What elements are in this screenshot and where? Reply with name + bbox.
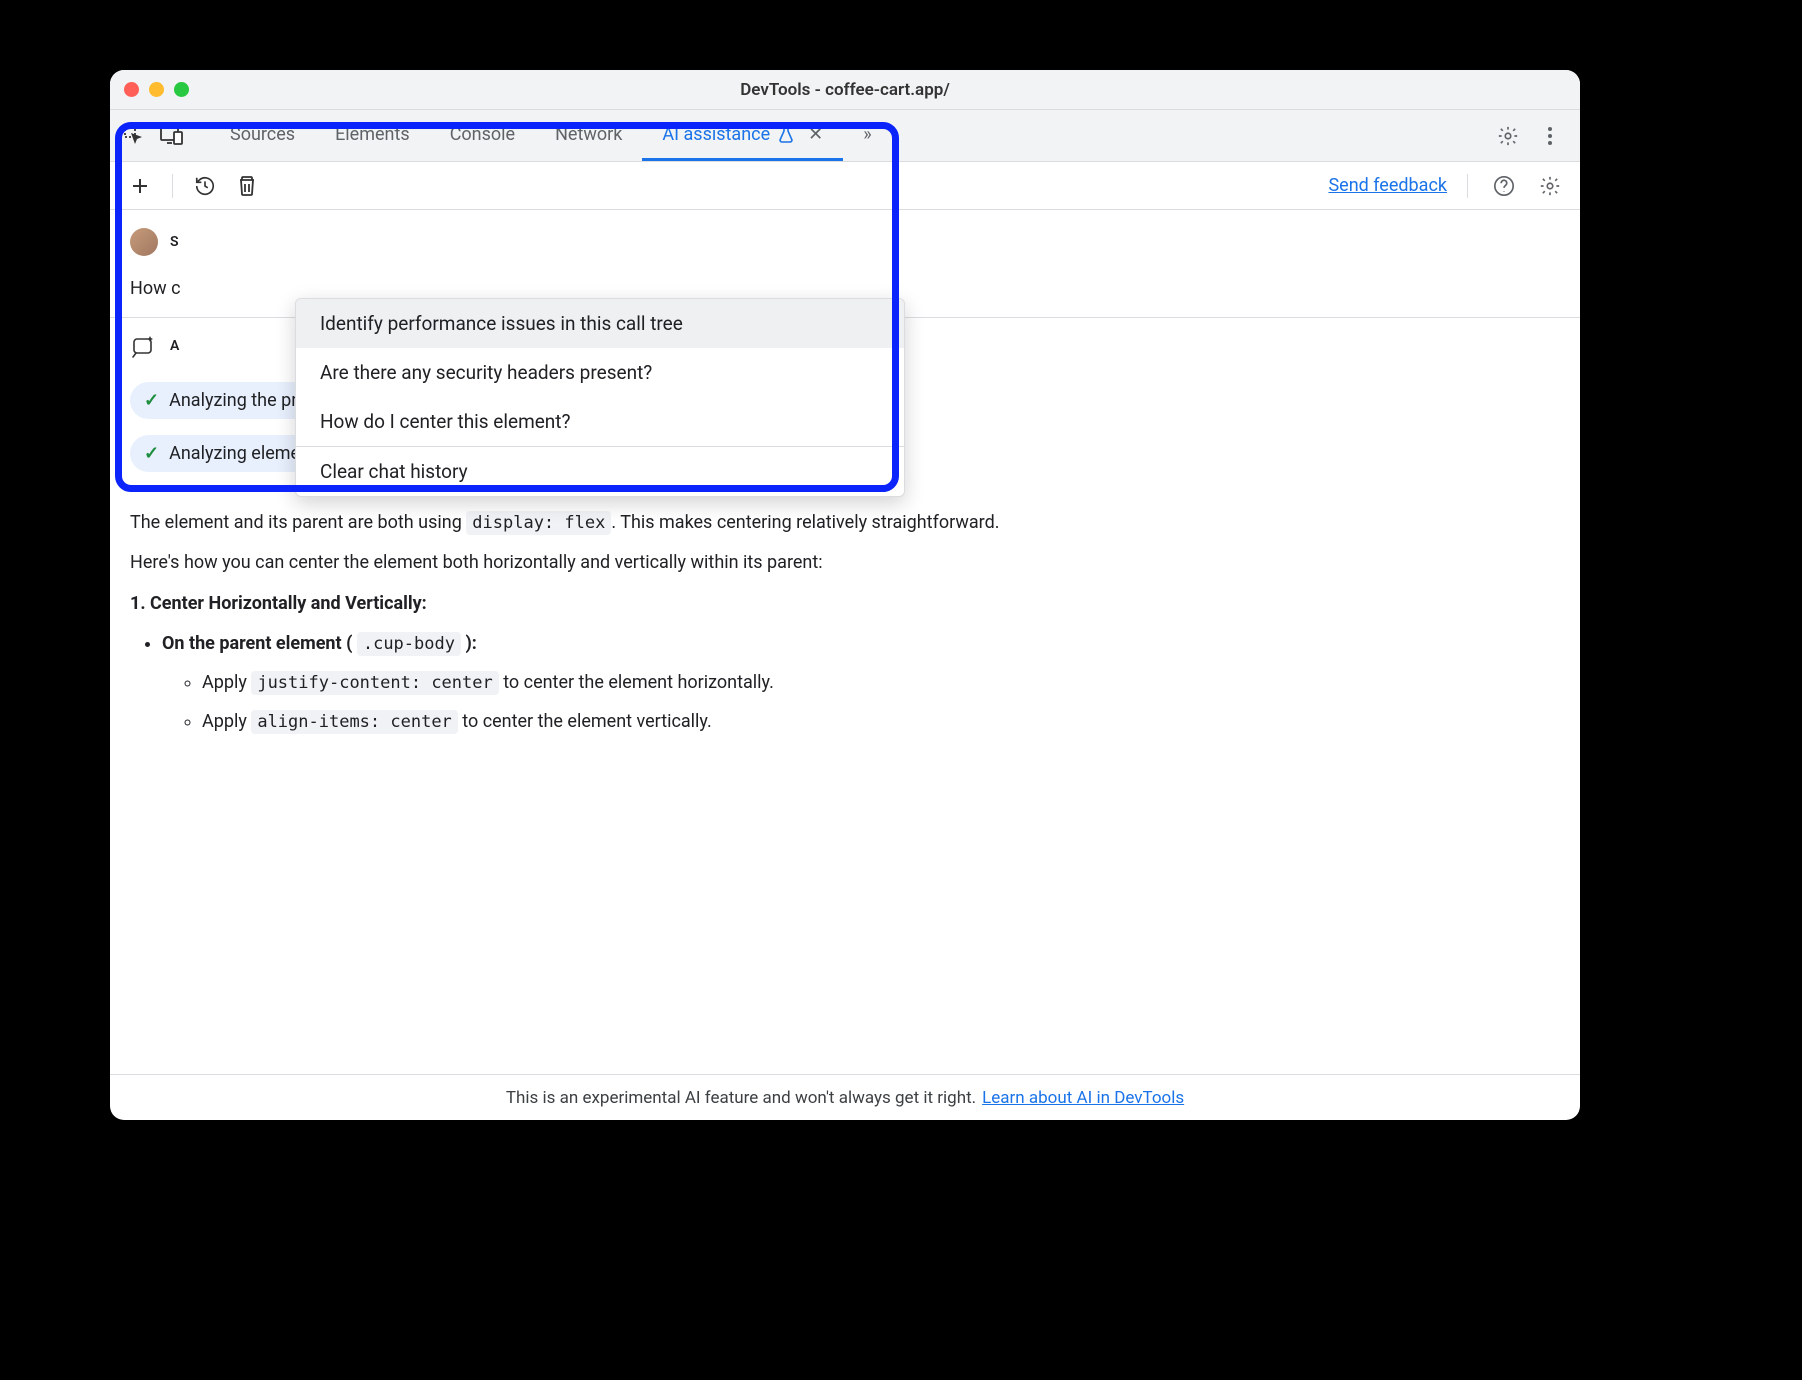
new-chat-icon[interactable] [124,170,156,202]
divider [1467,174,1468,198]
tab-ai-assistance[interactable]: AI assistance ✕ [642,110,843,161]
dropdown-item[interactable]: Identify performance issues in this call… [296,299,904,348]
tab-console[interactable]: Console [430,110,535,161]
chat-content: S How c A ✓ Analyzing the prompt [110,210,1580,1074]
traffic-lights [124,82,189,97]
ai-toolbar: Send feedback [110,162,1580,210]
ai-label: A [170,338,179,354]
divider [172,174,173,198]
learn-about-ai-link[interactable]: Learn about AI in DevTools [982,1088,1184,1108]
gear-icon[interactable] [1492,120,1524,152]
minimize-window-button[interactable] [149,82,164,97]
code-inline: justify-content: center [251,671,498,695]
sparkle-icon [130,332,158,360]
maximize-window-button[interactable] [174,82,189,97]
check-icon: ✓ [144,390,159,411]
close-icon[interactable]: ✕ [808,124,823,145]
footer: This is an experimental AI feature and w… [110,1074,1580,1120]
check-icon: ✓ [144,443,159,464]
response-heading: 1. Center Horizontally and Vertically: [130,593,427,614]
user-question: How c [130,278,181,299]
inspect-element-icon[interactable] [116,118,152,154]
titlebar: DevTools - coffee-cart.app/ [110,70,1580,110]
code-inline: align-items: center [251,710,457,734]
trash-icon[interactable] [231,170,263,202]
avatar [130,228,158,256]
tab-elements[interactable]: Elements [315,110,430,161]
user-initial: S [170,234,179,250]
tabbar-right [1492,120,1574,152]
device-toolbar-icon[interactable] [154,118,190,154]
send-feedback-link[interactable]: Send feedback [1328,175,1447,196]
close-window-button[interactable] [124,82,139,97]
code-inline: .cup-body [357,632,461,656]
devtools-window: DevTools - coffee-cart.app/ Sources Elem… [110,70,1580,1120]
flask-icon [778,125,794,143]
history-icon[interactable] [189,170,221,202]
help-icon[interactable] [1488,170,1520,202]
user-message-row: S [110,210,1580,274]
tab-network[interactable]: Network [535,110,642,161]
dropdown-clear-history[interactable]: Clear chat history [296,447,904,496]
more-vert-icon[interactable] [1534,120,1566,152]
tab-sources[interactable]: Sources [210,110,315,161]
ai-response-body: The element and its parent are both usin… [110,486,1580,758]
dropdown-item[interactable]: Are there any security headers present? [296,348,904,397]
tab-overflow[interactable]: » [843,110,891,161]
gear-icon[interactable] [1534,170,1566,202]
tabbar: Sources Elements Console Network AI assi… [110,110,1580,162]
dropdown-item[interactable]: How do I center this element? [296,397,904,446]
window-title: DevTools - coffee-cart.app/ [110,80,1580,100]
tabs: Sources Elements Console Network AI assi… [210,110,892,161]
code-inline: display: flex [466,511,611,535]
history-dropdown: Identify performance issues in this call… [295,298,905,497]
